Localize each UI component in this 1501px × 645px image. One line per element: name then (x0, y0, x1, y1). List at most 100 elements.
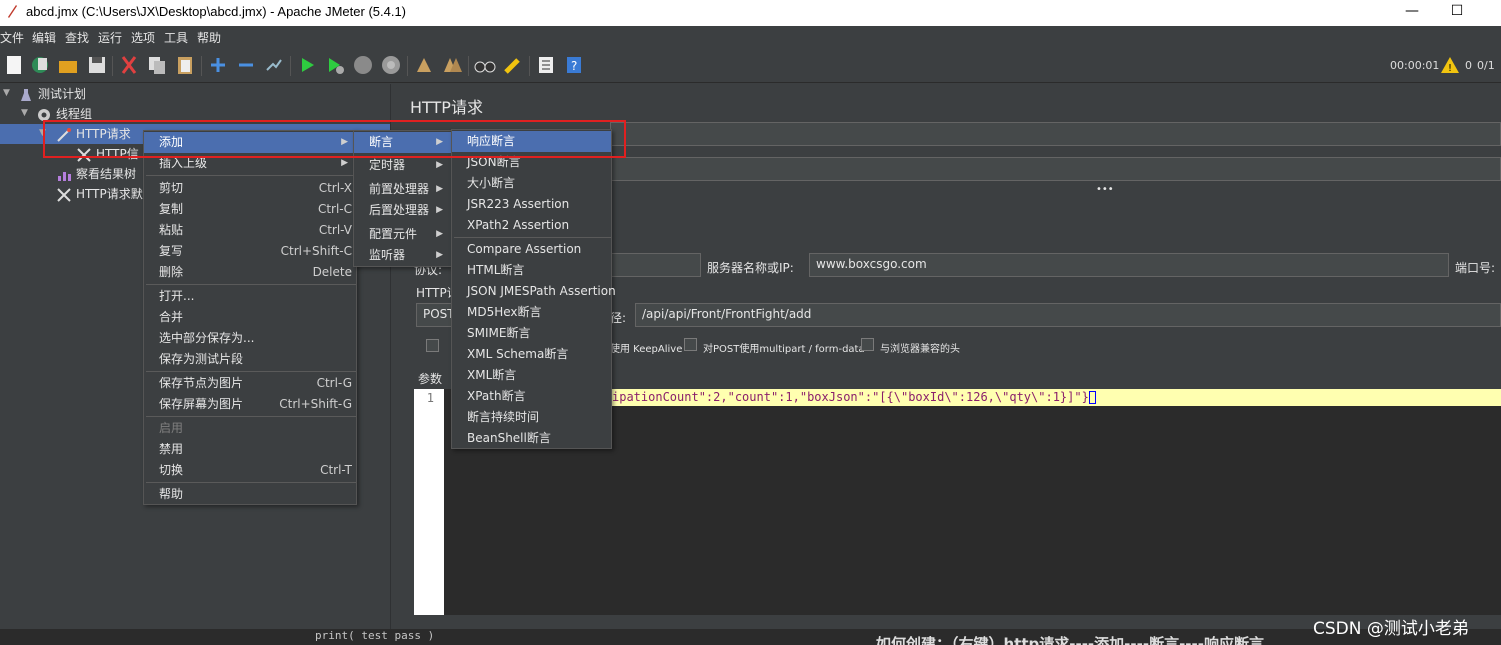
text-caret (1088, 391, 1096, 404)
menu-run[interactable]: 运行 (98, 29, 122, 46)
menu-separator (146, 175, 356, 176)
save-icon[interactable] (86, 54, 108, 76)
csdn-watermark: CSDN @测试小老弟 (1313, 619, 1469, 639)
menu-item-xml-assertion[interactable]: XML断言 (452, 365, 611, 386)
menu-item-disable[interactable]: 禁用 (144, 439, 356, 460)
body-code-text: ipationCount":2,"count":1,"boxJson":"[{\… (612, 390, 1089, 404)
menu-item-duration-assertion[interactable]: 断言持续时间 (452, 407, 611, 428)
menu-item-paste[interactable]: 粘贴 Ctrl-V (144, 220, 356, 241)
menu-item-pre-processors[interactable]: 前置处理器 ▶ (354, 179, 451, 200)
multipart-label: 对POST使用multipart / form-data (703, 344, 865, 355)
menu-edit[interactable]: 编辑 (32, 29, 56, 46)
tree-node-test-plan[interactable]: 测试计划 (18, 84, 86, 104)
menu-options[interactable]: 选项 (131, 29, 155, 46)
menu-item-xml-schema-assertion[interactable]: XML Schema断言 (452, 344, 611, 365)
toolbar-separator (201, 56, 202, 76)
name-field[interactable] (610, 122, 1501, 146)
menu-item-delete[interactable]: 删除 Delete (144, 262, 356, 283)
tab-parameters[interactable]: 参数 (418, 370, 442, 387)
menu-tools[interactable]: 工具 (164, 29, 188, 46)
open-icon[interactable] (57, 54, 79, 76)
menu-item-save-fragment[interactable]: 保存为测试片段 (144, 349, 356, 370)
collapse-icon[interactable] (235, 54, 257, 76)
browser-headers-checkbox[interactable] (861, 338, 874, 351)
menu-item-timers[interactable]: 定时器 ▶ (354, 155, 451, 176)
protocol-input[interactable] (610, 253, 701, 277)
menu-item-post-processors[interactable]: 后置处理器 ▶ (354, 200, 451, 221)
menu-separator (146, 416, 356, 417)
menu-item-xpath-assertion[interactable]: XPath断言 (452, 386, 611, 407)
start-icon[interactable] (296, 54, 318, 76)
menu-search[interactable]: 查找 (65, 29, 89, 46)
function-helper-icon[interactable] (535, 54, 557, 76)
new-file-icon[interactable] (3, 54, 25, 76)
toggle-icon[interactable] (263, 54, 285, 76)
menu-item-save-selection[interactable]: 选中部分保存为... (144, 328, 356, 349)
tree-node-http-defaults[interactable]: HTTP请求默 (56, 184, 143, 204)
warning-icon[interactable]: ! (1440, 56, 1460, 74)
menu-item-open[interactable]: 打开... (144, 286, 356, 307)
toolbar-separator (468, 56, 469, 76)
line-number: 1 (414, 389, 444, 615)
menu-item-beanshell-assertion[interactable]: BeanShell断言 (452, 428, 611, 449)
menu-item-help[interactable]: 帮助 (144, 484, 356, 505)
server-label: 服务器名称或IP: (707, 261, 794, 275)
comments-field[interactable] (610, 157, 1501, 181)
redirect-checkbox[interactable] (426, 339, 439, 352)
menu-help[interactable]: 帮助 (197, 29, 221, 46)
menu-item-cut[interactable]: 剪切 Ctrl-X (144, 178, 356, 199)
templates-icon[interactable] (29, 54, 51, 76)
collapse-handle-icon[interactable]: ••• (1096, 184, 1114, 195)
start-no-pause-icon[interactable] (324, 54, 346, 76)
menu-item-listeners[interactable]: 监听器 ▶ (354, 245, 451, 266)
menu-item-save-screen-image[interactable]: 保存屏幕为图片 Ctrl+Shift-G (144, 394, 356, 415)
method-select[interactable]: POST (416, 303, 456, 327)
tree-node-label: HTTP请求默 (76, 187, 143, 201)
cut-icon[interactable] (118, 54, 140, 76)
toolbar: ? 00:00:01 ! 0 0/1 (0, 48, 1501, 83)
shortcut-text: Ctrl-X (318, 181, 352, 195)
menu-file[interactable]: 文件 (0, 29, 24, 46)
menu-item-smime-assertion[interactable]: SMIME断言 (452, 323, 611, 344)
body-code-line[interactable]: ipationCount":2,"count":1,"boxJson":"[{\… (610, 389, 1501, 406)
search-binoculars-icon[interactable] (474, 54, 496, 76)
menu-item-xpath2-assertion[interactable]: XPath2 Assertion (452, 215, 611, 236)
shortcut-text: Ctrl-V (318, 223, 352, 237)
menu-item-size-assertion[interactable]: 大小断言 (452, 173, 611, 194)
menu-item-merge[interactable]: 合并 (144, 307, 356, 328)
path-label: 径: (610, 311, 627, 325)
active-threads: 0/1 (1477, 59, 1495, 72)
menu-item-copy[interactable]: 复制 Ctrl-C (144, 199, 356, 220)
submenu-arrow-icon: ▶ (436, 229, 443, 239)
minimize-button[interactable]: — (1392, 2, 1432, 22)
help-icon[interactable]: ? (563, 54, 585, 76)
menu-item-html-assertion[interactable]: HTML断言 (452, 260, 611, 281)
menu-item-config-elements[interactable]: 配置元件 ▶ (354, 224, 451, 245)
tree-node-view-results[interactable]: 察看结果树 (56, 164, 136, 184)
menu-item-toggle[interactable]: 切换 Ctrl-T (144, 460, 356, 481)
menu-item-md5hex-assertion[interactable]: MD5Hex断言 (452, 302, 611, 323)
multipart-checkbox[interactable] (684, 338, 697, 351)
menu-item-compare-assertion[interactable]: Compare Assertion (452, 239, 611, 260)
paste-icon[interactable] (174, 54, 196, 76)
menu-separator (146, 482, 356, 483)
menu-item-save-node-image[interactable]: 保存节点为图片 Ctrl-G (144, 373, 356, 394)
shutdown-icon[interactable] (380, 54, 402, 76)
stop-icon[interactable] (352, 54, 374, 76)
menu-item-duplicate[interactable]: 复写 Ctrl+Shift-C (144, 241, 356, 262)
warning-count: 0 (1465, 59, 1472, 72)
maximize-button[interactable]: ☐ (1437, 2, 1477, 22)
shortcut-text: Ctrl+Shift-C (280, 244, 352, 258)
path-input[interactable]: /api/api/Front/FrontFight/add (635, 303, 1501, 327)
reset-search-icon[interactable] (502, 54, 524, 76)
menu-item-enable: 启用 (159, 421, 184, 435)
expand-icon[interactable] (207, 54, 229, 76)
menu-item-jsr223-assertion[interactable]: JSR223 Assertion (452, 194, 611, 215)
clear-all-icon[interactable] (441, 54, 463, 76)
menu-item-json-jmespath-assertion[interactable]: JSON JMESPath Assertion (452, 281, 616, 302)
expand-arrow-icon[interactable]: ▼ (3, 88, 10, 98)
expand-arrow-icon[interactable]: ▼ (21, 108, 28, 118)
clear-icon[interactable] (413, 54, 435, 76)
server-input[interactable]: www.boxcsgo.com (809, 253, 1449, 277)
copy-icon[interactable] (146, 54, 168, 76)
